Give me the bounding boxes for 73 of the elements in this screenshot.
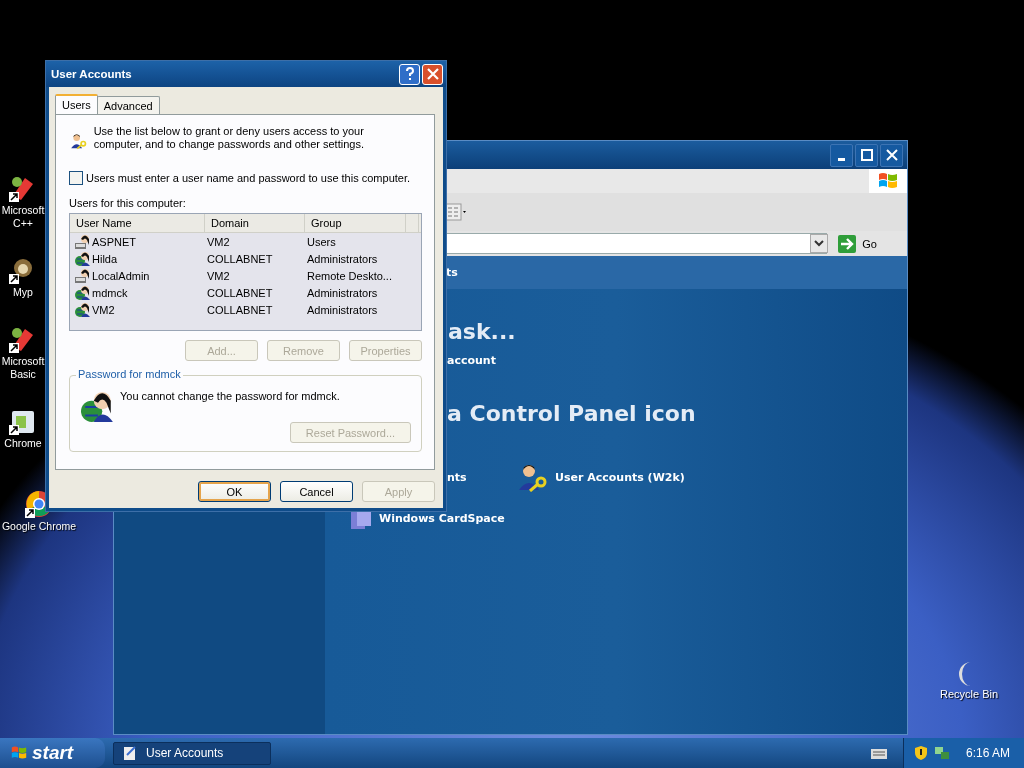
minimize-button[interactable] — [830, 143, 853, 167]
header-text: ts — [446, 266, 458, 279]
domain-cell-text: COLLABNET — [207, 303, 274, 316]
list-label: Users for this computer: — [69, 197, 186, 209]
user-row[interactable]: ASPNET VM2 Users — [70, 233, 421, 250]
user-name: ASPNET — [92, 235, 136, 248]
intro-text: Use the list below to grant or deny users access to your computer, and to change passwords and other settings. — [93, 125, 365, 151]
user-computer-icon — [75, 233, 91, 250]
dialog-button[interactable]: Cancel — [280, 481, 353, 502]
group-cell-text: Administrators — [307, 252, 379, 265]
user-globe-icon — [75, 301, 91, 318]
password-message: You cannot change the password for mdmck. — [120, 390, 340, 402]
shortcut-label[interactable]: Myp — [13, 286, 33, 299]
user-computer-icon — [75, 267, 91, 284]
shield-icon[interactable] — [913, 745, 928, 761]
windows-logo-icon — [10, 745, 28, 761]
dialog-button[interactable]: OK — [198, 481, 271, 502]
group-cell-text: Administrators — [307, 286, 379, 299]
tab[interactable]: Users — [55, 94, 98, 114]
column-header[interactable]: Domain — [205, 214, 305, 232]
maximize-icon — [860, 149, 873, 161]
domain-cell-text: COLLABNET — [207, 252, 274, 265]
start-button[interactable]: start — [0, 738, 105, 768]
recycle-bin-label[interactable]: Recycle Bin — [940, 688, 999, 700]
group-title: Password for mdmck — [76, 368, 183, 380]
user-row[interactable]: Hilda COLLABNET Administrators — [70, 250, 421, 267]
user-globe-icon — [75, 250, 91, 267]
user-row[interactable]: LocalAdmin VM2 Remote Deskto... — [70, 267, 421, 284]
group-cell-text: Remote Deskto... — [307, 269, 393, 282]
column-header[interactable]: Group — [305, 214, 406, 232]
section-heading: a Control Panel icon — [447, 401, 697, 426]
checkbox[interactable] — [69, 171, 83, 185]
user-name: Hilda — [92, 252, 118, 265]
help-button[interactable] — [399, 63, 420, 85]
keyboard-icon[interactable] — [870, 747, 887, 759]
dropdown-button[interactable] — [810, 234, 829, 253]
user-globe-icon — [80, 390, 116, 424]
domain-cell-text: COLLABNET — [207, 286, 274, 299]
user-name: mdmck — [92, 286, 128, 299]
taskbar-button[interactable]: User Accounts — [113, 741, 271, 765]
close-button[interactable] — [880, 143, 903, 167]
column-header[interactable]: User Name — [70, 214, 205, 232]
shortcut-label[interactable]: Microsoft Basic — [0, 355, 46, 381]
go-button[interactable]: Go — [832, 234, 877, 253]
close-icon — [426, 68, 439, 80]
clock: 6:16 AM — [965, 746, 1010, 760]
network-icon[interactable] — [933, 745, 950, 761]
user-globe-icon — [75, 284, 91, 301]
close-icon — [885, 149, 898, 161]
task-link[interactable]: account — [447, 354, 907, 367]
user-name: VM2 — [92, 303, 115, 316]
user-row[interactable]: mdmck COLLABNET Administrators — [70, 284, 421, 301]
domain-cell-text: VM2 — [207, 269, 231, 282]
windows-logo-icon — [869, 169, 907, 193]
shortcut-label[interactable]: Google Chrome — [1, 520, 77, 533]
group-cell-text: Users — [307, 235, 337, 248]
section-heading: ask... — [448, 319, 517, 344]
control-panel-link[interactable]: Windows CardSpace — [379, 511, 505, 525]
checkbox-label[interactable]: Users must enter a user name and password to use this computer. — [86, 172, 411, 184]
chevron-down-icon — [814, 239, 825, 248]
control-panel-link[interactable]: User Accounts (W2k) — [555, 470, 685, 484]
tab[interactable]: Advanced — [96, 96, 160, 114]
domain-cell-text: VM2 — [207, 235, 231, 248]
help-icon — [404, 67, 415, 81]
user-row[interactable]: VM2 COLLABNET Administrators — [70, 301, 421, 318]
shortcut-label[interactable]: Microsoft C++ — [0, 204, 46, 230]
user-name: LocalAdmin — [92, 269, 150, 282]
shortcut-label[interactable]: Chrome — [4, 437, 42, 450]
minimize-icon — [838, 157, 845, 161]
window-title: User Accounts — [51, 68, 132, 80]
group-cell-text: Administrators — [307, 303, 379, 316]
maximize-button[interactable] — [855, 143, 878, 167]
document-pen-icon — [122, 745, 138, 761]
